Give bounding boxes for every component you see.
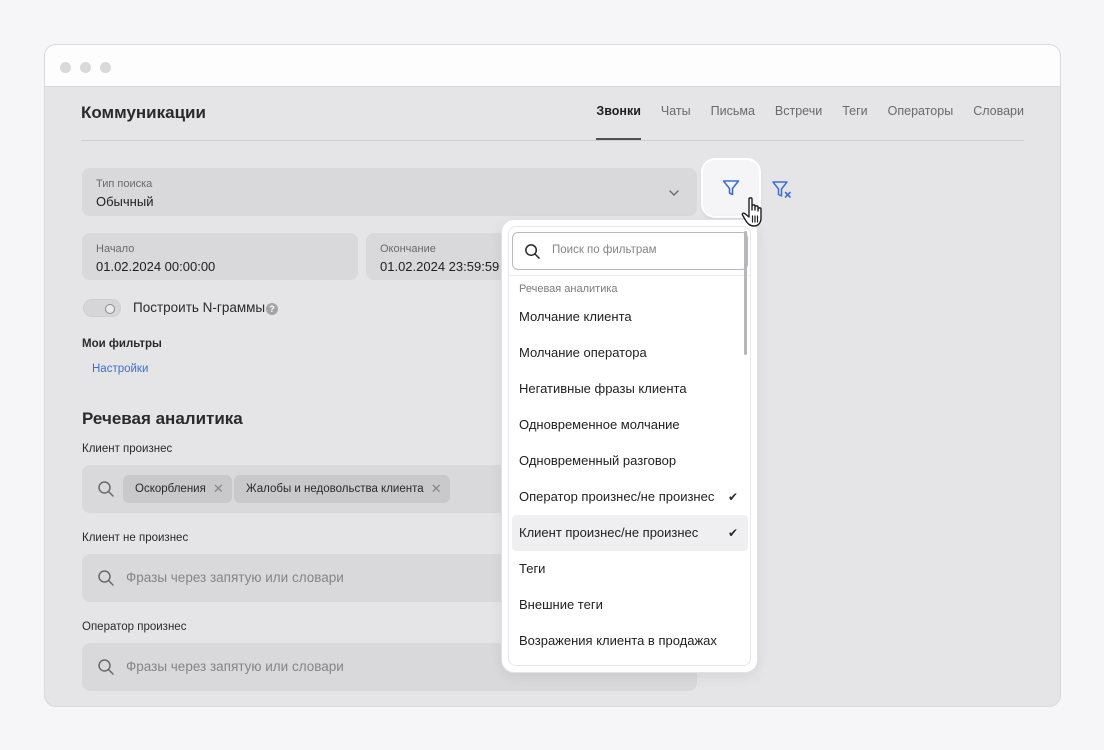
tag-chip: Оскорбления ✕ — [123, 475, 232, 503]
filter-dropdown: Поиск по фильтрам Речевая аналитика Молч… — [502, 220, 757, 672]
my-filters-title: Мои фильтры — [82, 338, 162, 350]
remove-chip-icon[interactable]: ✕ — [213, 475, 224, 503]
start-date-field[interactable]: Начало 01.02.2024 00:00:00 — [82, 233, 358, 280]
end-date-label: Окончание — [380, 243, 436, 255]
window-titlebar — [45, 45, 1060, 87]
dropdown-scrollbar[interactable] — [744, 231, 747, 355]
filter-option[interactable]: Негативные фразы клиента — [512, 371, 748, 407]
header-divider — [81, 140, 1024, 141]
filter-option-label: Оператор произнес/не произнес — [519, 489, 715, 504]
tag-chip: Жалобы и недовольства клиента ✕ — [234, 475, 450, 503]
window-dot-icon — [60, 62, 71, 73]
search-type-label: Тип поиска — [96, 178, 153, 190]
search-icon — [98, 659, 114, 675]
tab-calls[interactable]: Звонки — [596, 104, 642, 140]
settings-link[interactable]: Настройки — [92, 363, 148, 375]
filter-option[interactable]: Клиент произнес/не произнес ✔ — [512, 515, 748, 551]
filter-search-input[interactable]: Поиск по фильтрам — [512, 232, 748, 270]
window-dot-icon — [80, 62, 91, 73]
client-not-said-label: Клиент не произнес — [82, 532, 189, 544]
search-type-select[interactable]: Тип поиска Обычный — [82, 168, 697, 216]
search-icon — [98, 481, 114, 497]
chevron-down-icon — [669, 190, 679, 196]
speech-analytics-title: Речевая аналитика — [82, 409, 243, 428]
filter-option-label: Возражения клиента в продажах — [519, 633, 717, 648]
filter-option[interactable]: Одновременный разговор — [512, 443, 748, 479]
ngrams-label: Построить N-граммы — [133, 300, 266, 315]
page-title: Коммуникации — [81, 103, 206, 122]
remove-chip-icon[interactable]: ✕ — [431, 475, 442, 503]
filter-option-label: Внешние теги — [519, 597, 603, 612]
tab-operators[interactable]: Операторы — [888, 104, 954, 140]
filter-icon — [722, 180, 740, 196]
filter-option-list: Молчание клиента Молчание оператора Нега… — [512, 299, 748, 659]
dropdown-divider — [509, 275, 750, 276]
filter-option[interactable]: Возражения клиента в продажах — [512, 623, 748, 659]
client-said-label: Клиент произнес — [82, 443, 173, 455]
filter-option[interactable]: Одновременное молчание — [512, 407, 748, 443]
tag-chip-label: Жалобы и недовольства клиента — [246, 483, 424, 495]
filter-group-title: Речевая аналитика — [519, 283, 618, 295]
start-date-value: 01.02.2024 00:00:00 — [96, 259, 216, 274]
filter-option-label: Молчание клиента — [519, 309, 632, 324]
main-content: Коммуникации Звонки Чаты Письма Встречи … — [45, 87, 1060, 706]
ngrams-toggle[interactable] — [83, 299, 121, 317]
tab-tags[interactable]: Теги — [842, 104, 867, 140]
app-window: Коммуникации Звонки Чаты Письма Встречи … — [44, 44, 1061, 707]
filter-dropdown-panel: Поиск по фильтрам Речевая аналитика Молч… — [508, 226, 751, 666]
filter-option-label: Одновременное молчание — [519, 417, 680, 432]
search-type-value: Обычный — [96, 194, 154, 209]
filter-option-label: Клиент произнес/не произнес — [519, 525, 699, 540]
checkmark-icon: ✔ — [727, 526, 738, 540]
tab-dictionaries[interactable]: Словари — [973, 104, 1024, 140]
help-icon[interactable]: ? — [266, 303, 278, 315]
checkmark-icon: ✔ — [727, 490, 738, 504]
filter-option-label: Негативные фразы клиента — [519, 381, 687, 396]
search-icon — [525, 244, 540, 259]
client-not-said-placeholder: Фразы через запятую или словари — [126, 570, 344, 585]
window-dot-icon — [100, 62, 111, 73]
start-date-label: Начало — [96, 243, 135, 255]
filter-option[interactable]: Молчание клиента — [512, 299, 748, 335]
filter-option[interactable]: Молчание оператора — [512, 335, 748, 371]
filter-search-placeholder: Поиск по фильтрам — [552, 244, 657, 256]
end-date-value: 01.02.2024 23:59:59 — [380, 259, 500, 274]
tab-chats[interactable]: Чаты — [661, 104, 691, 140]
search-icon — [98, 570, 114, 586]
tab-emails[interactable]: Письма — [711, 104, 755, 140]
filter-option[interactable]: Теги — [512, 551, 748, 587]
nav-tabs: Звонки Чаты Письма Встречи Теги Оператор… — [596, 104, 1024, 140]
operator-said-label: Оператор произнес — [82, 621, 187, 633]
tag-chip-label: Оскорбления — [135, 483, 206, 495]
filter-option-label: Теги — [519, 561, 546, 576]
hand-cursor-icon — [741, 197, 762, 227]
operator-said-placeholder: Фразы через запятую или словари — [126, 659, 344, 674]
filter-option[interactable]: Оператор произнес/не произнес ✔ — [512, 479, 748, 515]
filter-option-label: Одновременный разговор — [519, 453, 677, 468]
clear-filter-icon[interactable] — [771, 179, 793, 201]
filter-option-label: Молчание оператора — [519, 345, 647, 360]
filter-option[interactable]: Внешние теги — [512, 587, 748, 623]
tab-meetings[interactable]: Встречи — [775, 104, 822, 140]
